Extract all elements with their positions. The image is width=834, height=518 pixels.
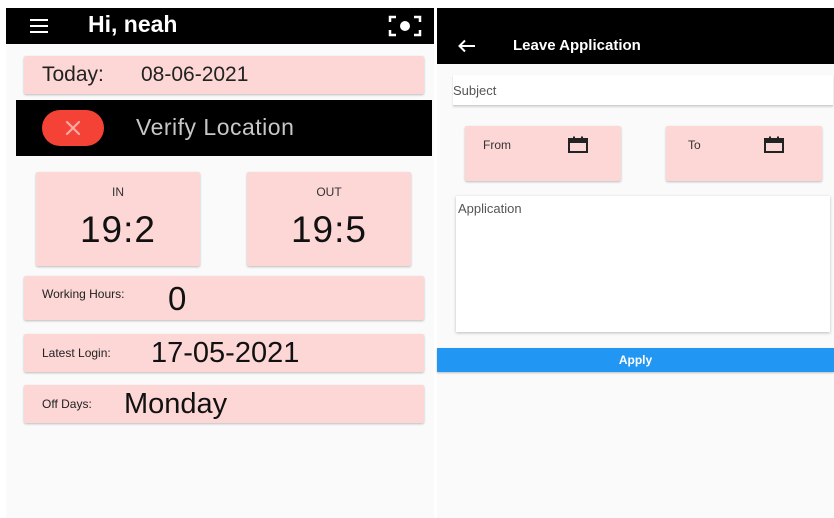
to-date-picker[interactable]: To — [666, 126, 822, 181]
page-title: Leave Application — [513, 37, 641, 54]
today-date: 08-06-2021 — [141, 63, 249, 86]
close-icon — [65, 120, 81, 136]
check-in-time: 19:2 — [79, 209, 156, 250]
app-bar: Hi, neah — [6, 8, 434, 44]
arrow-back-icon[interactable] — [457, 39, 477, 53]
verify-status-indicator — [42, 110, 104, 146]
from-date-picker[interactable]: From — [465, 126, 621, 181]
verify-location-label: Verify Location — [136, 114, 295, 140]
to-label: To — [688, 138, 701, 152]
today-card: Today: 08-06-2021 — [24, 56, 424, 94]
today-label: Today: — [42, 63, 104, 86]
from-label: From — [483, 138, 511, 152]
hamburger-menu-icon[interactable] — [30, 19, 48, 33]
attendance-screen: Hi, neah Today: 08-06-2021 Verify Locati… — [6, 8, 434, 518]
calendar-icon[interactable] — [763, 136, 785, 154]
app-bar: Leave Application — [437, 8, 834, 64]
subject-placeholder: Subject — [453, 83, 497, 98]
latest-login-card: Latest Login: 17-05-2021 — [24, 334, 424, 372]
greeting-title: Hi, neah — [88, 11, 178, 37]
off-days-label: Off Days: — [42, 397, 92, 411]
subject-input[interactable]: Subject — [453, 75, 833, 106]
off-days-card: Off Days: Monday — [24, 385, 424, 423]
check-out-time: 19:5 — [290, 209, 367, 250]
verify-location-button[interactable]: Verify Location — [16, 100, 432, 156]
check-in-label: IN — [112, 185, 124, 199]
application-placeholder: Application — [458, 201, 522, 216]
check-out-label: OUT — [316, 185, 342, 199]
apply-label: Apply — [618, 353, 653, 367]
calendar-icon[interactable] — [567, 136, 589, 154]
latest-login-label: Latest Login: — [42, 346, 111, 360]
working-hours-value: 0 — [168, 280, 187, 317]
scan-location-icon[interactable] — [388, 15, 422, 37]
check-in-card: IN 19:2 — [36, 172, 200, 266]
working-hours-card: Working Hours: 0 — [24, 276, 424, 320]
check-out-card: OUT 19:5 — [247, 172, 411, 266]
apply-button[interactable]: Apply — [437, 348, 834, 372]
latest-login-value: 17-05-2021 — [151, 337, 300, 369]
leave-application-screen: Leave Application Subject From To Applic… — [437, 8, 834, 518]
application-textarea[interactable]: Application — [456, 196, 830, 332]
off-days-value: Monday — [124, 388, 228, 420]
working-hours-label: Working Hours: — [42, 287, 125, 301]
